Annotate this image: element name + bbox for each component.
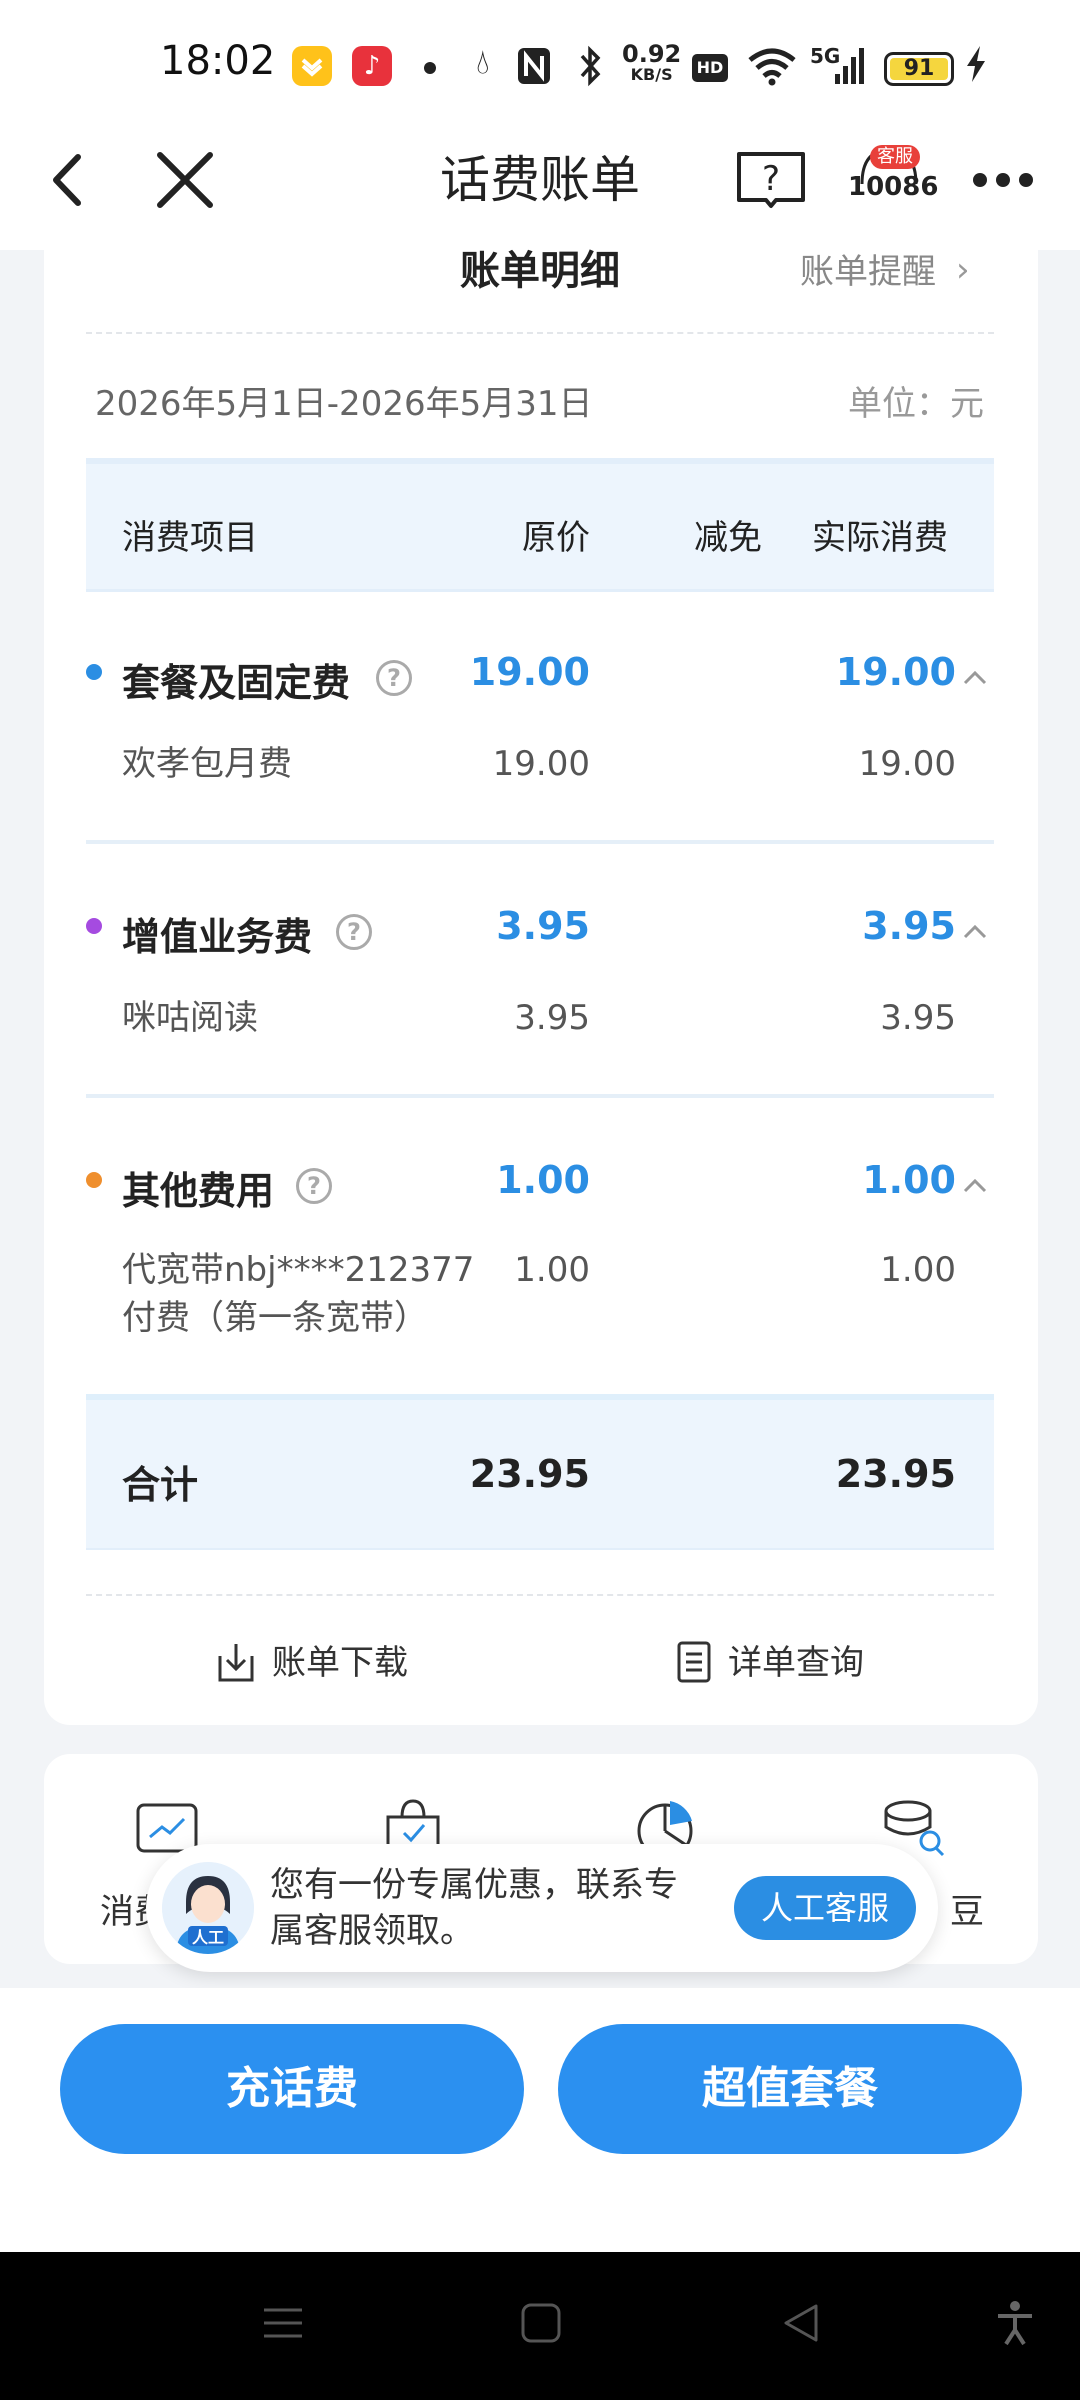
collapse-button[interactable] (962, 1176, 988, 1196)
wifi-icon (746, 46, 798, 90)
divider (86, 1094, 994, 1098)
home-icon[interactable] (516, 2298, 566, 2348)
help-icon[interactable]: ? (336, 914, 372, 950)
column-discount: 减免 (694, 518, 762, 558)
status-icons: 💧︎ (476, 42, 498, 82)
divider (86, 840, 994, 844)
net-speed: 0.92 KB/S (622, 40, 682, 84)
section-actual: 1.00 (862, 1158, 956, 1202)
total-label: 合计 (122, 1463, 199, 1507)
section-original: 3.95 (496, 904, 590, 948)
item-actual: 19.00 (858, 744, 956, 784)
accessibility-icon[interactable] (990, 2298, 1040, 2348)
close-button[interactable] (150, 145, 220, 215)
section-actual: 3.95 (862, 904, 956, 948)
bill-title: 账单明细 (460, 248, 620, 294)
item-original: 3.95 (514, 998, 590, 1038)
divider (86, 1594, 994, 1596)
hd-icon: HD (692, 54, 728, 82)
item-original: 1.00 (514, 1250, 590, 1290)
bill-remind-link[interactable]: 账单提醒 (800, 244, 936, 293)
recharge-button[interactable]: 充话费 (60, 2024, 524, 2154)
drop-icon: 💧︎ (476, 42, 498, 82)
agent-badge: 人工 (191, 1928, 224, 1947)
section-title: 套餐及固定费 (122, 661, 351, 705)
notification-dot-icon (424, 62, 436, 74)
promo-text: 您有一份专属优惠，联系专属客服领取。 (270, 1865, 678, 1951)
signal-icon (835, 48, 865, 84)
page-title: 话费账单 (440, 151, 640, 209)
item-name-line2: 付费（第一条宽带） (122, 1298, 428, 1338)
download-icon[interactable] (216, 1640, 256, 1684)
help-icon[interactable]: ? (296, 1168, 332, 1204)
back-triangle-icon[interactable] (776, 2298, 826, 2348)
battery-level: 91 (903, 56, 935, 81)
bluetooth-icon (576, 44, 604, 92)
status-time: 18:02 (160, 38, 276, 84)
menu-icon[interactable] (258, 2298, 308, 2348)
agent-avatar: 人工 (162, 1862, 254, 1954)
battery-icon: 91 (884, 52, 954, 86)
more-icon (973, 173, 1033, 187)
help-button[interactable]: ? (736, 150, 806, 210)
package-button[interactable]: 超值套餐 (558, 2024, 1022, 2154)
charging-icon (964, 44, 988, 93)
close-icon (157, 152, 213, 208)
section-actual: 19.00 (835, 650, 956, 694)
chevron-right-icon[interactable]: › (956, 250, 970, 290)
chevron-up-icon (963, 670, 987, 685)
svg-text:?: ? (762, 159, 780, 199)
list-doc-icon[interactable] (674, 1640, 714, 1684)
divider (86, 332, 994, 334)
section-original: 1.00 (496, 1158, 590, 1202)
back-button[interactable] (40, 145, 110, 215)
human-service-button[interactable]: 人工客服 (734, 1876, 916, 1940)
bill-period: 2026年5月1日-2026年5月31日 (95, 384, 593, 424)
cs-number: 10086 (848, 172, 939, 202)
collapse-button[interactable] (962, 922, 988, 942)
section-dot (86, 918, 102, 934)
item-name: 欢孝包月费 (122, 744, 292, 784)
section-title: 增值业务费 (122, 915, 313, 959)
wallet-app-icon (292, 46, 332, 86)
detail-query-button[interactable]: 详单查询 (728, 1638, 864, 1688)
cs-badge: 客服 (870, 145, 920, 169)
column-original: 原价 (522, 518, 590, 558)
section-original: 19.00 (469, 650, 590, 694)
bill-download-button[interactable]: 账单下载 (272, 1638, 408, 1688)
more-button[interactable] (968, 160, 1038, 200)
item-original: 19.00 (492, 744, 590, 784)
help-book-icon: ? (737, 152, 805, 208)
section-title: 其他费用 (122, 1169, 275, 1213)
tool-label-beans[interactable]: 豆 (950, 1884, 984, 1933)
nfc-icon (516, 46, 552, 90)
collapse-button[interactable] (962, 668, 988, 688)
chevron-left-icon (53, 154, 81, 206)
bill-unit: 单位：元 (848, 384, 984, 424)
section-dot (86, 664, 102, 680)
chevron-up-icon (963, 924, 987, 939)
music-app-icon: ♪ (352, 46, 392, 86)
item-actual: 1.00 (880, 1250, 956, 1290)
total-actual: 23.95 (835, 1452, 956, 1496)
section-dot (86, 1172, 102, 1188)
item-actual: 3.95 (880, 998, 956, 1038)
column-actual: 实际消费 (812, 518, 948, 558)
item-name: 咪咕阅读 (122, 998, 258, 1038)
chevron-up-icon (963, 1178, 987, 1193)
total-original: 23.95 (469, 1452, 590, 1496)
column-item: 消费项目 (122, 518, 258, 558)
